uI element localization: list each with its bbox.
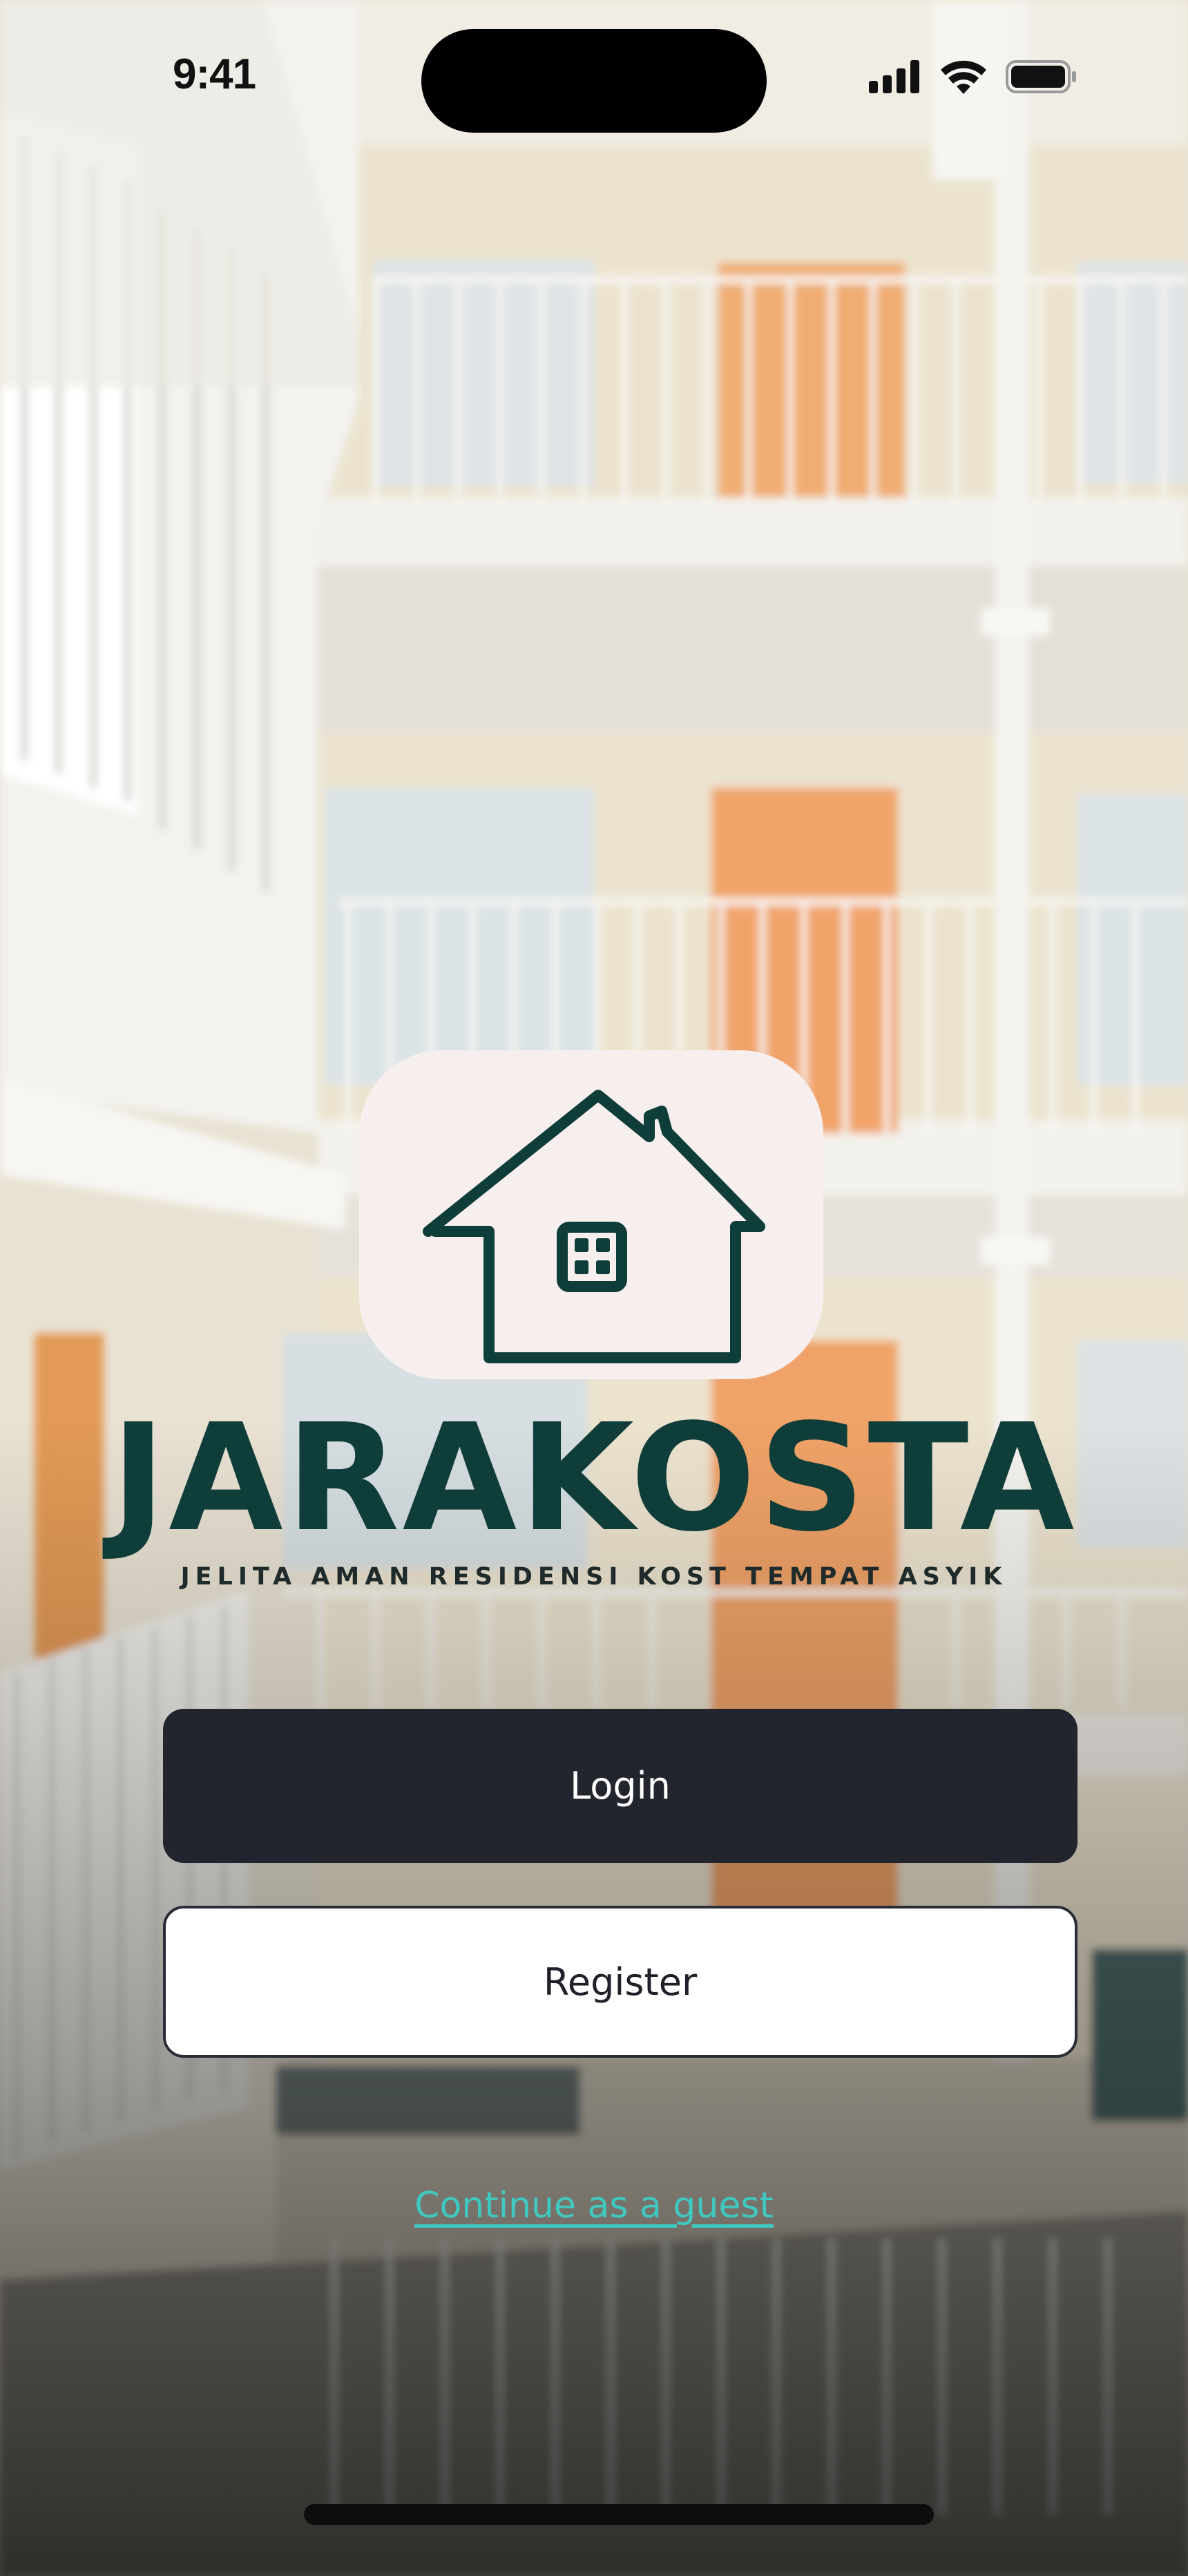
- battery-icon: [1006, 60, 1077, 93]
- login-button[interactable]: Login: [163, 1709, 1077, 1863]
- welcome-screen: 9:41 JARAKOSTA JELITA AMAN RESIDENSI KOS…: [0, 0, 1188, 2576]
- continue-as-guest-link[interactable]: Continue as a guest: [0, 2185, 1188, 2226]
- cellular-signal-icon: [869, 60, 921, 93]
- house-icon: [423, 1090, 765, 1363]
- home-indicator[interactable]: [304, 2504, 934, 2525]
- brand-name: JARAKOSTA: [111, 1392, 1077, 1564]
- status-bar: 9:41: [0, 0, 1188, 159]
- dynamic-island: [421, 29, 767, 133]
- register-button[interactable]: Register: [163, 1906, 1077, 2058]
- app-logo: [359, 1050, 823, 1379]
- status-time: 9:41: [173, 50, 256, 98]
- status-icons: [869, 59, 1077, 94]
- brand-tagline: JELITA AMAN RESIDENSI KOST TEMPAT ASYIK: [180, 1563, 1008, 1591]
- wifi-icon: [939, 59, 988, 94]
